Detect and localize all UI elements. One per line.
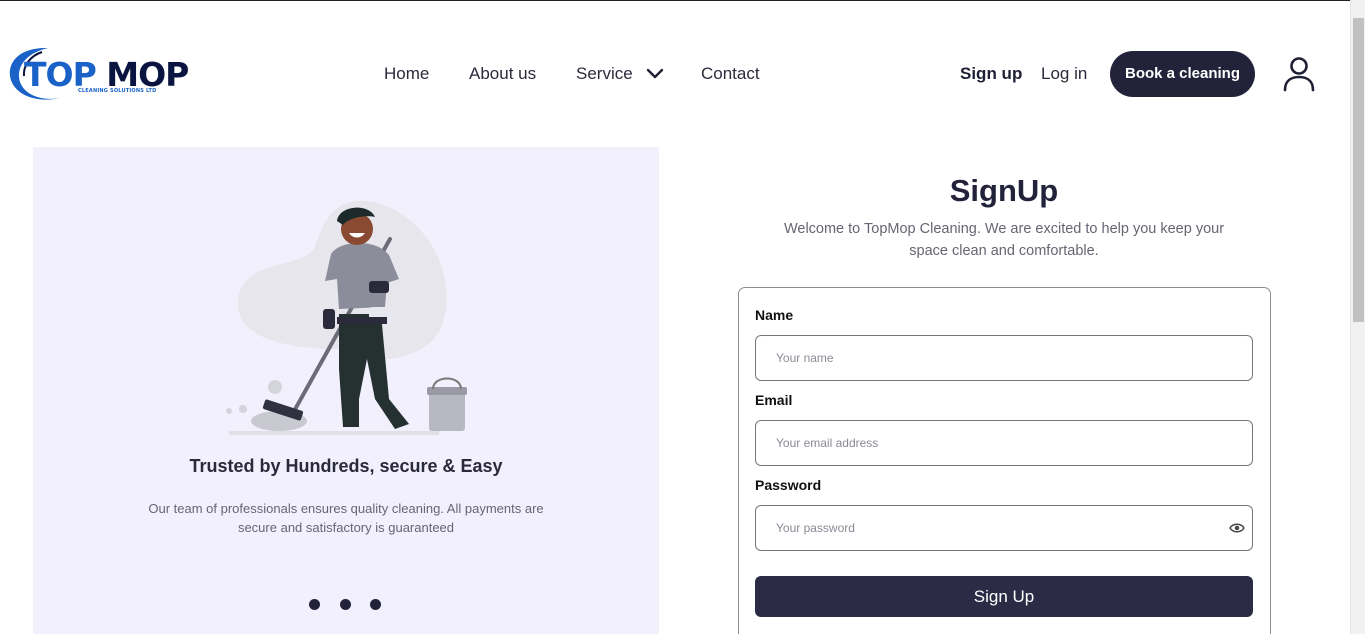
nav-about-us[interactable]: About us xyxy=(469,62,536,86)
logo-wordmark: TOP MOP xyxy=(24,55,189,94)
signup-form: Name Email Password Sign Up xyxy=(738,287,1271,634)
scrollbar-thumb[interactable] xyxy=(1353,18,1364,322)
carousel-dot-2[interactable] xyxy=(340,599,351,610)
user-icon[interactable] xyxy=(1282,56,1316,92)
page-scrollbar[interactable] xyxy=(1350,0,1365,634)
hero-description: Our team of professionals ensures qualit… xyxy=(148,501,544,535)
signup-link[interactable]: Sign up xyxy=(960,62,1022,86)
logo-tagline: CLEANING SOLUTIONS LTD xyxy=(78,88,157,94)
eye-icon[interactable] xyxy=(1229,521,1245,535)
nav-home[interactable]: Home xyxy=(384,62,429,86)
name-label: Name xyxy=(755,307,794,323)
chevron-down-icon[interactable] xyxy=(645,64,665,84)
nav-contact[interactable]: Contact xyxy=(701,62,760,86)
window-top-border xyxy=(0,0,1365,1)
carousel-dot-3[interactable] xyxy=(370,599,381,610)
book-cleaning-button[interactable]: Book a cleaning xyxy=(1110,51,1255,97)
nav-service[interactable]: Service xyxy=(576,62,633,86)
name-input[interactable] xyxy=(755,335,1253,381)
hero-title: Trusted by Hundreds, secure & Easy xyxy=(189,456,503,476)
password-label: Password xyxy=(755,477,822,493)
email-input[interactable] xyxy=(755,420,1253,466)
signup-title: SignUp xyxy=(949,173,1059,208)
topmop-logo[interactable]: TOP MOP CLEANING SOLUTIONS LTD xyxy=(8,44,189,106)
email-label: Email xyxy=(755,392,793,408)
cleaner-illustration xyxy=(226,200,467,435)
carousel-dot-1[interactable] xyxy=(309,599,320,610)
signup-subtitle: Welcome to TopMop Cleaning. We are excit… xyxy=(783,221,1225,259)
login-link[interactable]: Log in xyxy=(1041,62,1087,86)
hero-panel: Trusted by Hundreds, secure & Easy Our t… xyxy=(33,147,659,634)
password-input[interactable] xyxy=(755,505,1253,551)
signup-submit-button[interactable]: Sign Up xyxy=(755,576,1253,617)
